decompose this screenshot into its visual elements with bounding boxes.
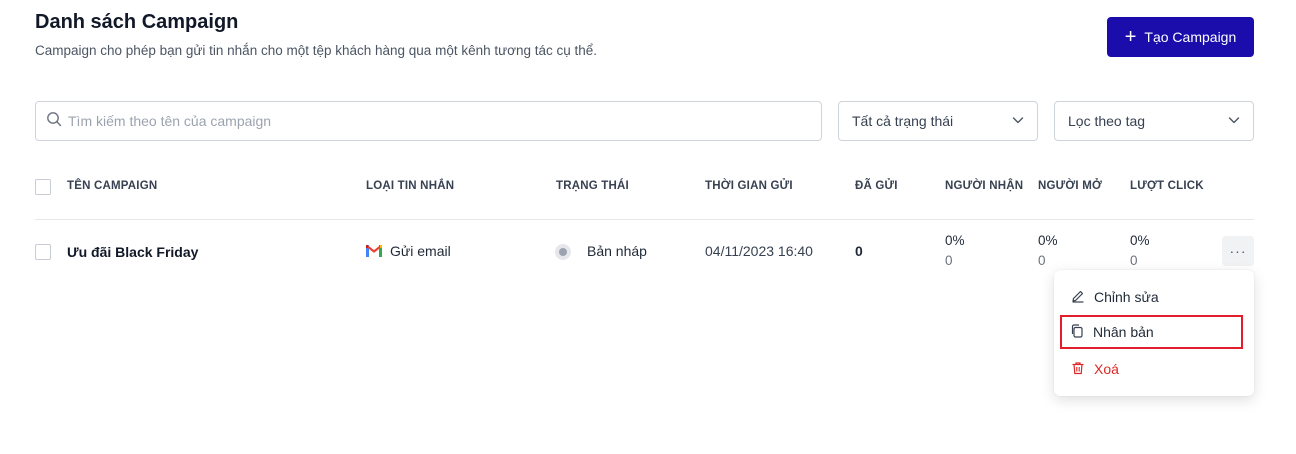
menu-item-label: Nhân bản xyxy=(1093,324,1154,340)
menu-item-delete[interactable]: Xoá xyxy=(1062,353,1242,385)
column-header-send-time[interactable]: THỜI GIAN GỬI xyxy=(705,180,793,192)
recipients-percent: 0% xyxy=(945,233,965,248)
chevron-down-icon xyxy=(1011,113,1025,130)
menu-item-edit[interactable]: Chỉnh sửa xyxy=(1062,281,1242,313)
column-header-name[interactable]: TÊN CAMPAIGN xyxy=(67,180,157,192)
plus-icon: + xyxy=(1124,26,1137,48)
row-actions-menu: Chỉnh sửa Nhân bản Xoá xyxy=(1054,270,1254,396)
row-checkbox[interactable] xyxy=(35,244,51,260)
status-select-value: Tất cả trạng thái xyxy=(852,113,954,129)
clicks-metric: 0% 0 xyxy=(1130,231,1150,271)
table-header: TÊN CAMPAIGN LOẠI TIN NHẮN TRẠNG THÁI TH… xyxy=(35,172,1254,202)
search-input[interactable] xyxy=(68,113,768,129)
pencil-icon xyxy=(1071,289,1085,306)
chevron-down-icon xyxy=(1227,113,1241,130)
create-campaign-button[interactable]: + Tạo Campaign xyxy=(1107,17,1254,57)
column-header-opens[interactable]: NGƯỜI MỞ xyxy=(1038,180,1102,192)
column-header-status[interactable]: TRẠNG THÁI xyxy=(556,180,629,192)
opens-count: 0 xyxy=(1038,253,1046,268)
column-header-sent[interactable]: ĐÃ GỬI xyxy=(855,180,898,192)
opens-percent: 0% xyxy=(1038,233,1058,248)
clicks-percent: 0% xyxy=(1130,233,1150,248)
page-title: Danh sách Campaign xyxy=(35,11,239,33)
message-type: Gửi email xyxy=(390,243,451,259)
copy-icon xyxy=(1070,323,1084,341)
create-campaign-label: Tạo Campaign xyxy=(1144,29,1237,45)
sent-count: 0 xyxy=(855,243,863,259)
status-dot-icon xyxy=(555,244,571,260)
recipients-count: 0 xyxy=(945,253,953,268)
opens-metric: 0% 0 xyxy=(1038,231,1058,271)
menu-item-label: Xoá xyxy=(1094,361,1119,377)
column-header-recipients[interactable]: NGƯỜI NHẬN xyxy=(945,180,1023,192)
campaign-name[interactable]: Ưu đãi Black Friday xyxy=(67,244,198,260)
search-box[interactable] xyxy=(35,101,822,141)
status-select[interactable]: Tất cả trạng thái xyxy=(838,101,1038,141)
more-horizontal-icon: ··· xyxy=(1229,243,1247,259)
recipients-metric: 0% 0 xyxy=(945,231,965,271)
menu-item-label: Chỉnh sửa xyxy=(1094,289,1159,305)
header-divider xyxy=(35,219,1254,220)
tag-select-value: Lọc theo tag xyxy=(1068,113,1146,129)
column-header-clicks[interactable]: LƯỢT CLICK xyxy=(1130,180,1204,192)
table-row[interactable]: Ưu đãi Black Friday Gửi email Bản nháp 0… xyxy=(35,228,1254,276)
page-subtitle: Campaign cho phép bạn gửi tin nhắn cho m… xyxy=(35,43,598,58)
tag-select[interactable]: Lọc theo tag xyxy=(1054,101,1254,141)
menu-item-duplicate[interactable]: Nhân bản xyxy=(1060,315,1243,349)
column-header-type[interactable]: LOẠI TIN NHẮN xyxy=(366,180,454,192)
trash-icon xyxy=(1071,361,1085,378)
select-all-checkbox[interactable] xyxy=(35,179,51,195)
gmail-icon xyxy=(366,244,382,262)
row-actions-button[interactable]: ··· xyxy=(1222,236,1254,266)
clicks-count: 0 xyxy=(1130,253,1138,268)
send-time: 04/11/2023 16:40 xyxy=(705,243,813,259)
search-icon xyxy=(46,111,62,132)
status-label: Bản nháp xyxy=(587,243,647,259)
